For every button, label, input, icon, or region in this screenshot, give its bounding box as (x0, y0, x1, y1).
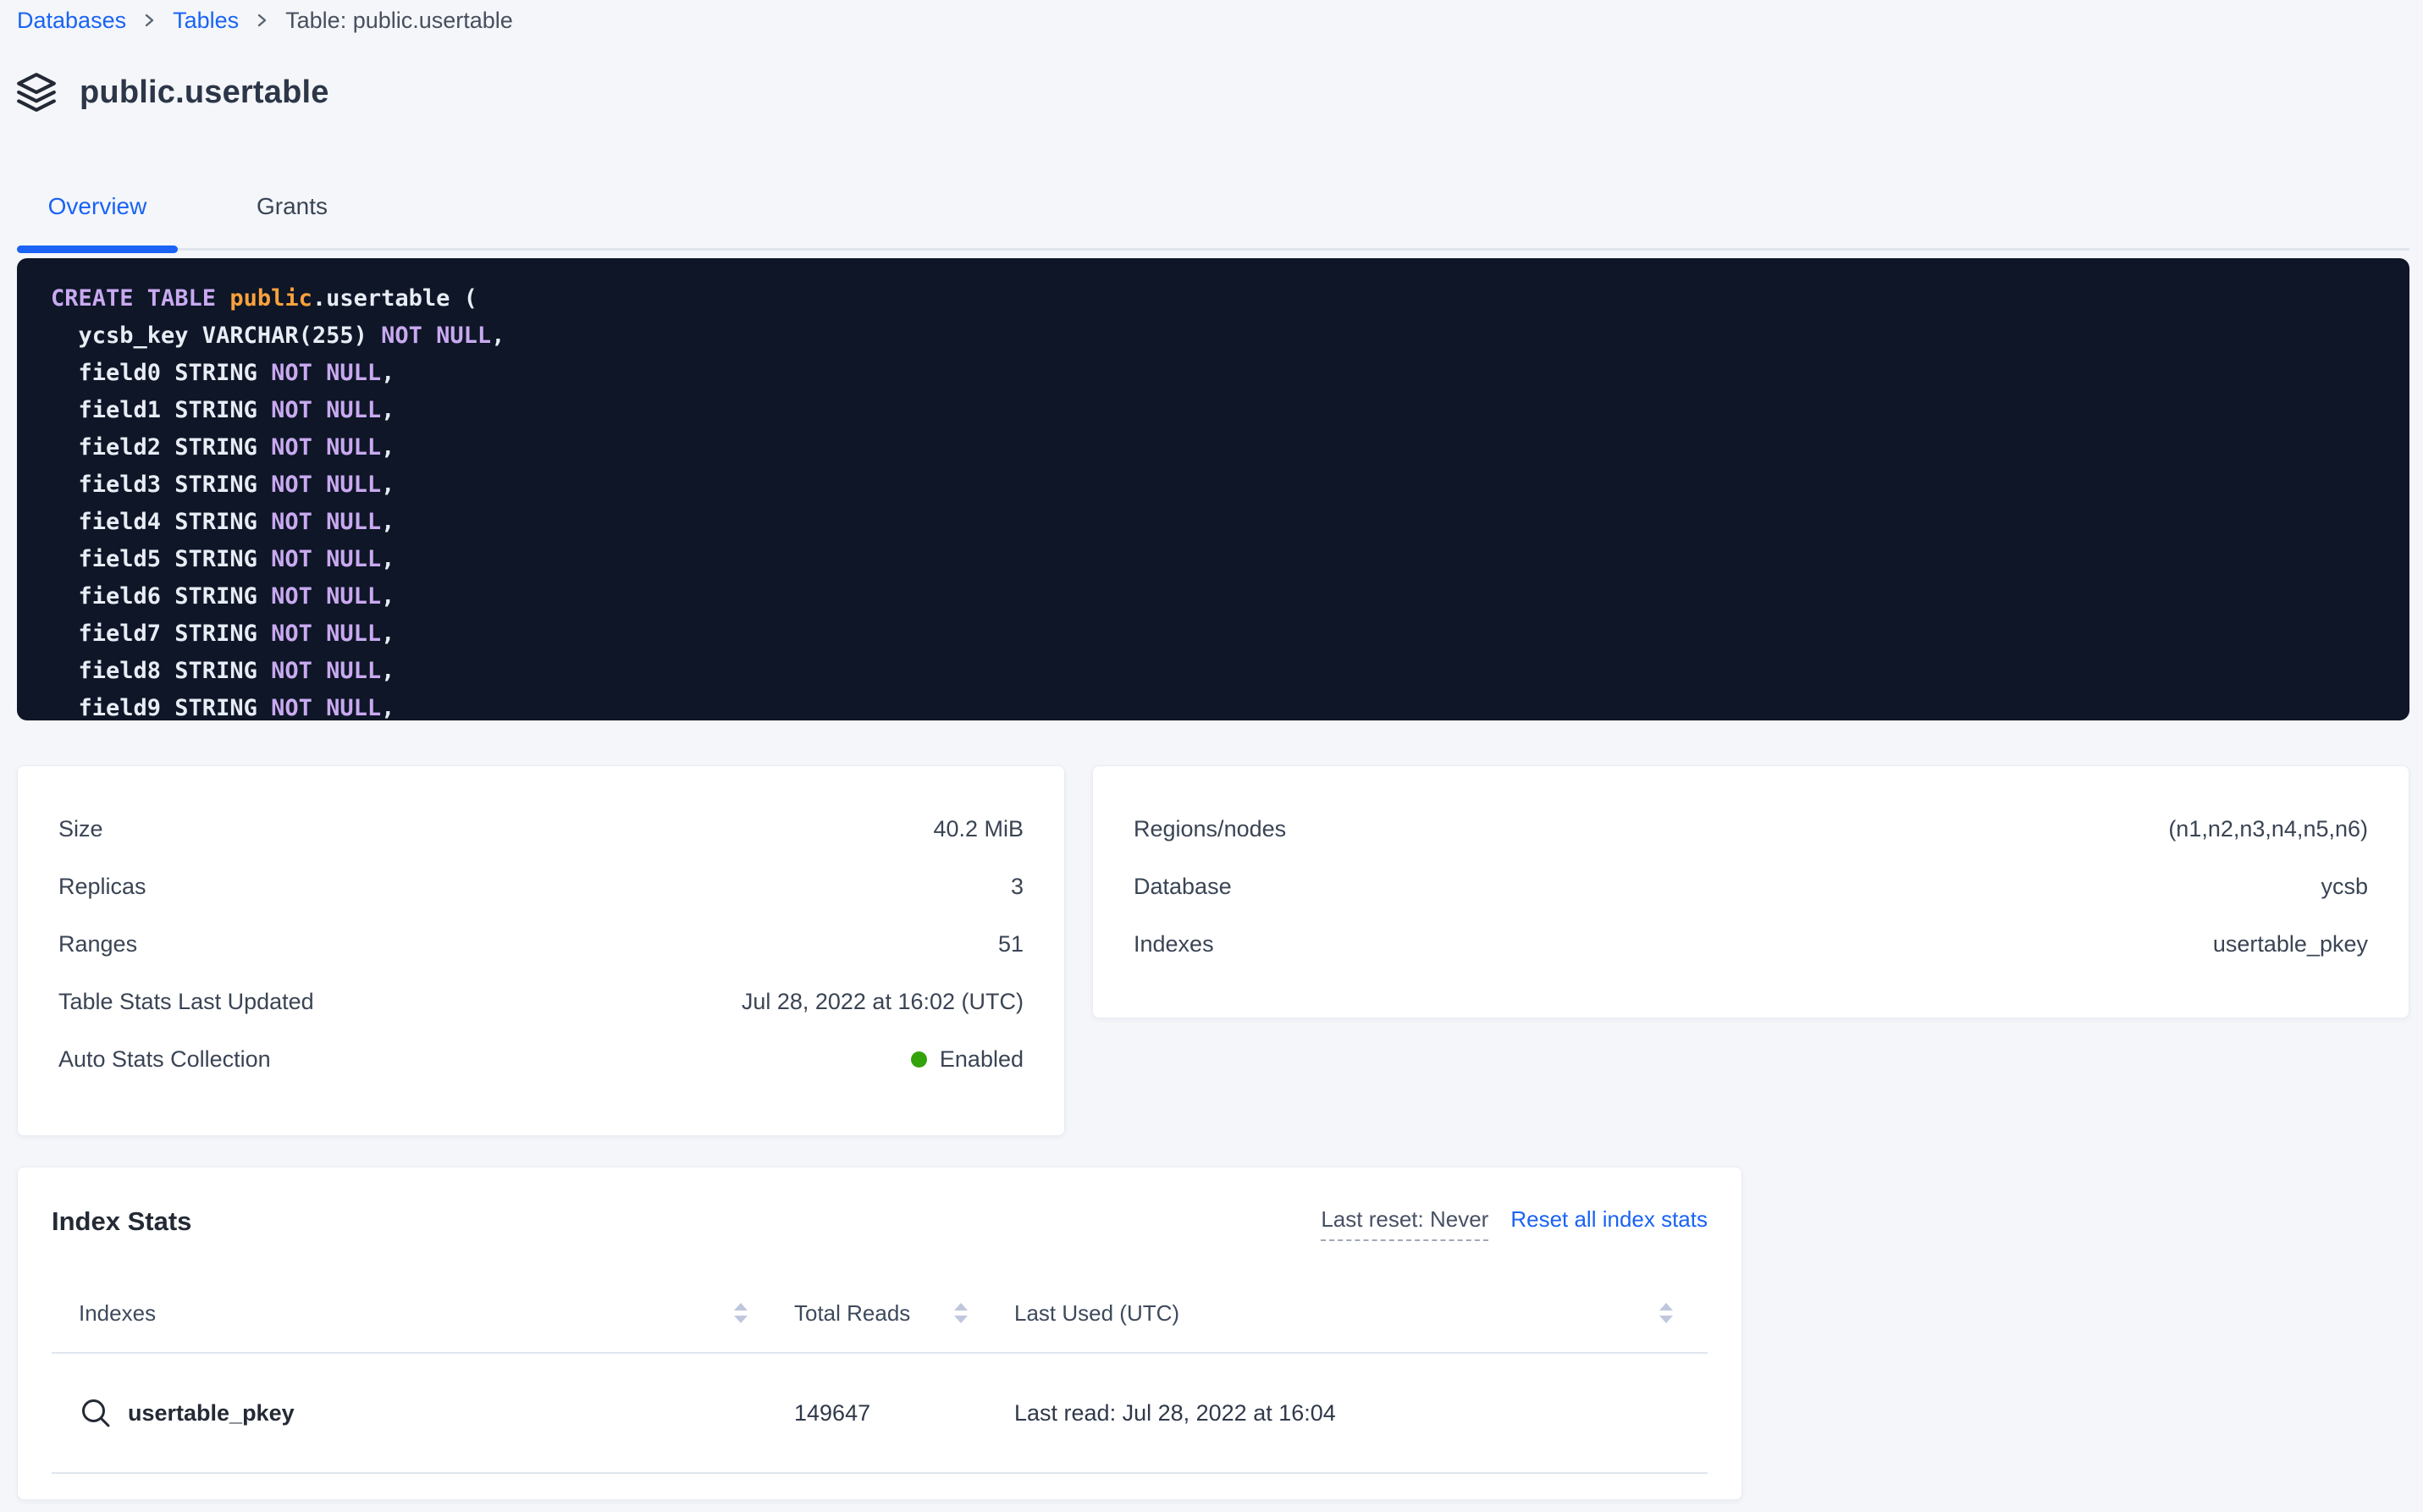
status-dot-icon (911, 1051, 927, 1068)
index-stats-card: Index Stats Last reset: Never Reset all … (17, 1167, 1742, 1500)
column-header-indexes[interactable]: Indexes (52, 1300, 767, 1327)
chevron-right-icon (143, 10, 156, 30)
tab-grants-label: Grants (257, 193, 328, 220)
sort-carets-icon[interactable] (952, 1300, 987, 1327)
code-line: field9 STRING NOT NULL, (51, 690, 2409, 720)
code-line: field4 STRING NOT NULL, (51, 504, 2409, 541)
stat-label: Database (1134, 874, 1232, 900)
column-label: Last Used (UTC) (1014, 1300, 1179, 1327)
sql-code: CREATE TABLE public.usertable ( ycsb_key… (51, 280, 2409, 720)
stat-label: Regions/nodes (1134, 816, 1286, 842)
search-icon (79, 1396, 113, 1430)
stat-row-regions: Regions/nodes (n1,n2,n3,n4,n5,n6) (1134, 800, 2368, 858)
index-stats-header: Index Stats Last reset: Never Reset all … (52, 1167, 1708, 1247)
stat-row-stats-updated: Table Stats Last Updated Jul 28, 2022 at… (58, 973, 1024, 1030)
stat-value: 3 (1011, 874, 1024, 900)
table-topology-card: Regions/nodes (n1,n2,n3,n4,n5,n6) Databa… (1092, 765, 2409, 1018)
layers-stack-icon (15, 71, 58, 113)
chevron-right-icon (256, 10, 268, 30)
tab-bar: Overview Grants (17, 164, 2409, 251)
breadcrumb-current: Table: public.usertable (285, 5, 513, 36)
code-line: field5 STRING NOT NULL, (51, 541, 2409, 578)
last-reset-text[interactable]: Last reset: Never (1321, 1206, 1488, 1241)
stat-row-database: Database ycsb (1134, 858, 2368, 915)
stat-row-size: Size 40.2 MiB (58, 800, 1024, 858)
page-title: public.usertable (80, 74, 329, 111)
column-header-total-reads[interactable]: Total Reads (767, 1300, 987, 1327)
tab-grants[interactable]: Grants (212, 164, 373, 248)
total-reads-value: 149647 (794, 1400, 870, 1426)
index-table-header: Indexes Total Reads Last Used (UTC) (52, 1274, 1708, 1354)
index-table-row: usertable_pkey 149647 Last read: Jul 28,… (52, 1354, 1708, 1474)
tab-overview[interactable]: Overview (17, 164, 178, 248)
table-summary-card: Size 40.2 MiB Replicas 3 Ranges 51 Table… (17, 765, 1065, 1136)
sort-carets-icon[interactable] (731, 1300, 767, 1327)
stat-value: 51 (998, 931, 1024, 957)
last-used-cell: Last read: Jul 28, 2022 at 16:04 (987, 1400, 1708, 1426)
code-line: field7 STRING NOT NULL, (51, 615, 2409, 653)
stat-value: ycsb (2321, 874, 2368, 900)
active-tab-underline (17, 246, 178, 253)
status-text: Enabled (940, 1046, 1024, 1072)
code-line: field6 STRING NOT NULL, (51, 578, 2409, 615)
stat-value: 40.2 MiB (933, 816, 1024, 842)
column-label: Total Reads (794, 1300, 910, 1327)
column-label: Indexes (79, 1300, 156, 1327)
stat-label: Indexes (1134, 931, 1214, 957)
table-details-page: Databases Tables Table: public.usertable… (0, 0, 2423, 1512)
stat-label: Replicas (58, 874, 146, 900)
code-line: field0 STRING NOT NULL, (51, 355, 2409, 392)
stat-row-replicas: Replicas 3 (58, 858, 1024, 915)
breadcrumb-tables[interactable]: Tables (173, 5, 239, 36)
index-stats-title: Index Stats (52, 1206, 191, 1237)
stat-label: Ranges (58, 931, 137, 957)
breadcrumb: Databases Tables Table: public.usertable (17, 5, 513, 36)
last-used-value: Last read: Jul 28, 2022 at 16:04 (1014, 1400, 1336, 1426)
column-header-last-used[interactable]: Last Used (UTC) (987, 1300, 1708, 1327)
stat-row-auto-stats: Auto Stats Collection Enabled (58, 1030, 1024, 1088)
stat-label: Table Stats Last Updated (58, 989, 314, 1015)
stat-row-ranges: Ranges 51 (58, 915, 1024, 973)
page-header: public.usertable (15, 71, 329, 113)
code-line: CREATE TABLE public.usertable ( (51, 280, 2409, 317)
index-stats-meta: Last reset: Never Reset all index stats (1321, 1206, 1708, 1241)
stat-label: Auto Stats Collection (58, 1046, 271, 1073)
stat-label: Size (58, 816, 103, 842)
code-line: field8 STRING NOT NULL, (51, 653, 2409, 690)
stat-value: Jul 28, 2022 at 16:02 (UTC) (742, 989, 1024, 1015)
code-line: field1 STRING NOT NULL, (51, 392, 2409, 429)
tab-overview-label: Overview (48, 193, 147, 220)
breadcrumb-databases[interactable]: Databases (17, 5, 126, 36)
create-statement-codeblock: CREATE TABLE public.usertable ( ycsb_key… (17, 258, 2409, 720)
sort-carets-icon[interactable] (1657, 1300, 1692, 1327)
index-name-cell: usertable_pkey (52, 1396, 767, 1430)
code-line: field3 STRING NOT NULL, (51, 466, 2409, 504)
status-badge: Enabled (911, 1046, 1024, 1073)
code-line: field2 STRING NOT NULL, (51, 429, 2409, 466)
stat-value: usertable_pkey (2213, 931, 2368, 957)
stat-value: (n1,n2,n3,n4,n5,n6) (2168, 816, 2368, 842)
stat-row-indexes: Indexes usertable_pkey (1134, 915, 2368, 973)
index-name-link[interactable]: usertable_pkey (128, 1400, 295, 1426)
code-line: ycsb_key VARCHAR(255) NOT NULL, (51, 317, 2409, 355)
reset-index-stats-link[interactable]: Reset all index stats (1510, 1206, 1708, 1233)
total-reads-cell: 149647 (767, 1400, 987, 1426)
